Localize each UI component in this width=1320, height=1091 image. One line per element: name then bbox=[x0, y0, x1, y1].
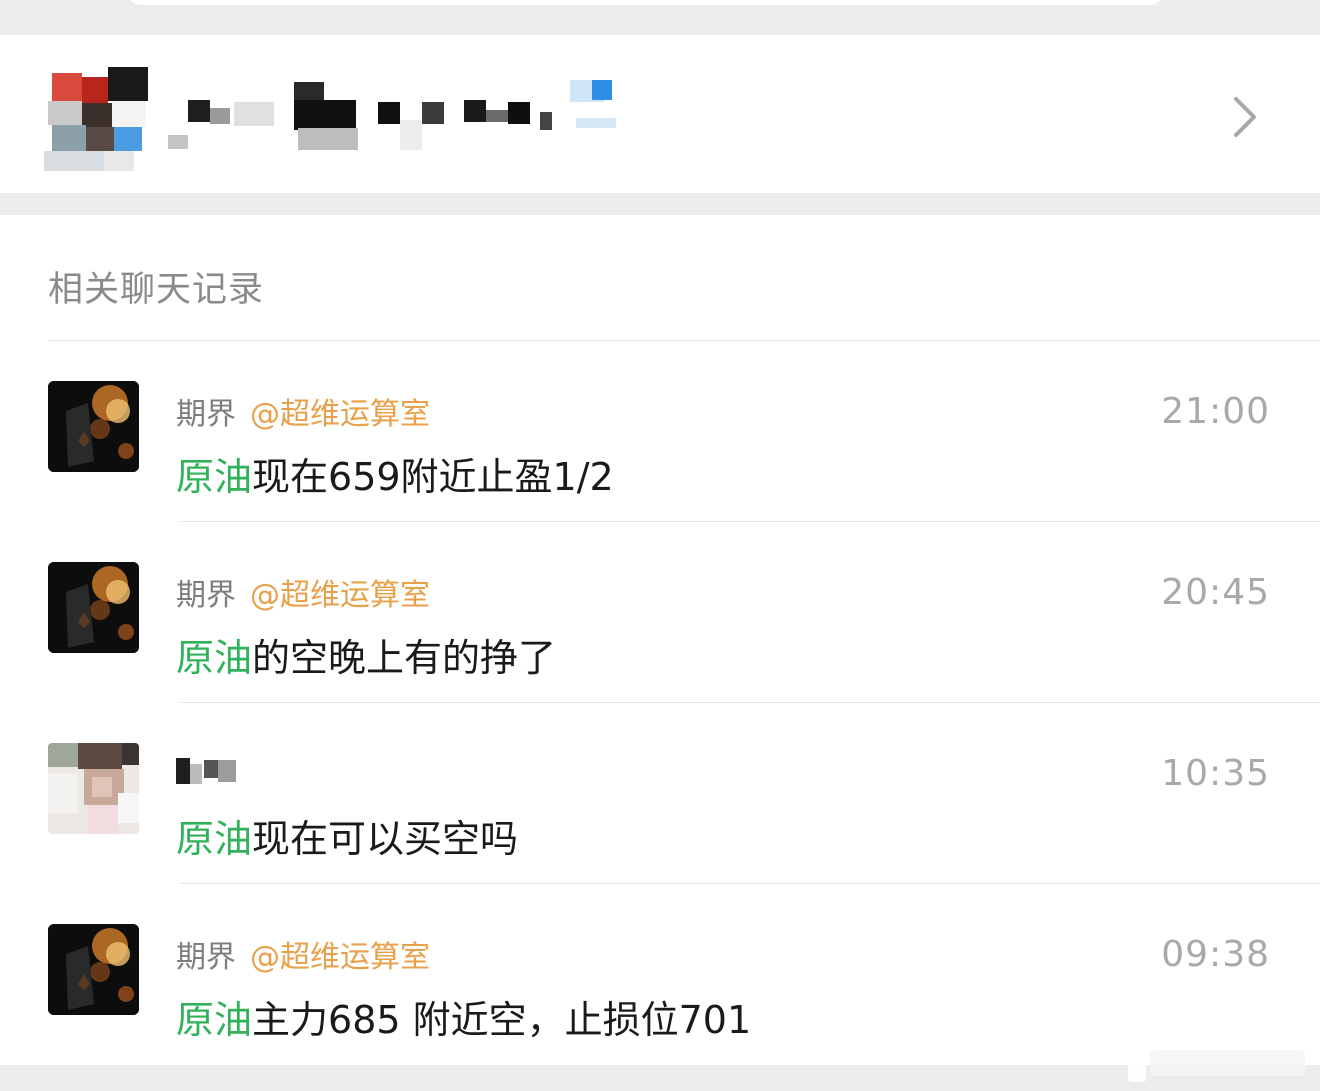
message-text: 原油现在659附近止盈1/2 bbox=[176, 446, 614, 501]
sender-name: 期界 bbox=[176, 397, 236, 432]
keyword-highlight: 原油 bbox=[176, 455, 253, 499]
message-text: 原油主力685 附近空，止损位701 bbox=[176, 989, 751, 1044]
message-body: 的空晚上有的挣了 bbox=[252, 636, 557, 680]
contact-result[interactable] bbox=[0, 35, 1320, 193]
sender-name: 期界 bbox=[176, 940, 236, 975]
sender-line: 期界 @超维运算室 bbox=[176, 570, 430, 614]
sender-line: 期界 @超维运算室 bbox=[176, 932, 430, 976]
message-body: 现在可以买空吗 bbox=[252, 817, 519, 861]
sender-name-redacted bbox=[176, 758, 240, 788]
chat-record-item[interactable]: 期界 @超维运算室 09:38 原油主力685 附近空，止损位701 bbox=[0, 884, 1320, 1065]
chevron-right-icon[interactable] bbox=[1228, 95, 1262, 139]
chat-record-item[interactable]: 期界 @超维运算室 21:00 原油现在659附近止盈1/2 bbox=[0, 341, 1320, 522]
chat-record-item[interactable]: 10:35 原油现在可以买空吗 bbox=[0, 703, 1320, 884]
contact-avatar bbox=[44, 67, 148, 171]
keyword-highlight: 原油 bbox=[176, 817, 253, 861]
related-chat-records-section: 相关聊天记录 期界 @超维运算室 21:00 原油现在659附近止盈1/2 期界… bbox=[0, 215, 1320, 1065]
mention-tag: @超维运算室 bbox=[250, 940, 430, 975]
message-time: 10:35 bbox=[1161, 753, 1270, 794]
message-body: 主力685 附近空，止损位701 bbox=[252, 998, 752, 1042]
message-time: 21:00 bbox=[1161, 391, 1270, 432]
mention-tag: @超维运算室 bbox=[250, 578, 430, 613]
sender-name: 期界 bbox=[176, 578, 236, 613]
watermark-logo bbox=[1128, 1040, 1313, 1084]
message-text: 原油的空晚上有的挣了 bbox=[176, 627, 556, 682]
keyword-highlight: 原油 bbox=[176, 636, 253, 680]
message-time: 09:38 bbox=[1161, 934, 1270, 975]
avatar bbox=[48, 381, 139, 472]
message-text: 原油现在可以买空吗 bbox=[176, 808, 518, 863]
mention-tag: @超维运算室 bbox=[250, 397, 430, 432]
sender-line: 期界 @超维运算室 bbox=[176, 389, 430, 433]
section-title: 相关聊天记录 bbox=[48, 270, 265, 310]
search-bar-area bbox=[0, 0, 1320, 35]
chat-record-item[interactable]: 期界 @超维运算室 20:45 原油的空晚上有的挣了 bbox=[0, 522, 1320, 703]
avatar bbox=[48, 562, 139, 653]
message-body: 现在659附近止盈1/2 bbox=[252, 455, 614, 499]
message-time: 20:45 bbox=[1161, 572, 1270, 613]
keyword-highlight: 原油 bbox=[176, 998, 253, 1042]
contact-name-redacted bbox=[168, 80, 628, 150]
avatar bbox=[48, 743, 139, 834]
avatar bbox=[48, 924, 139, 1015]
search-input[interactable] bbox=[128, 0, 1163, 5]
